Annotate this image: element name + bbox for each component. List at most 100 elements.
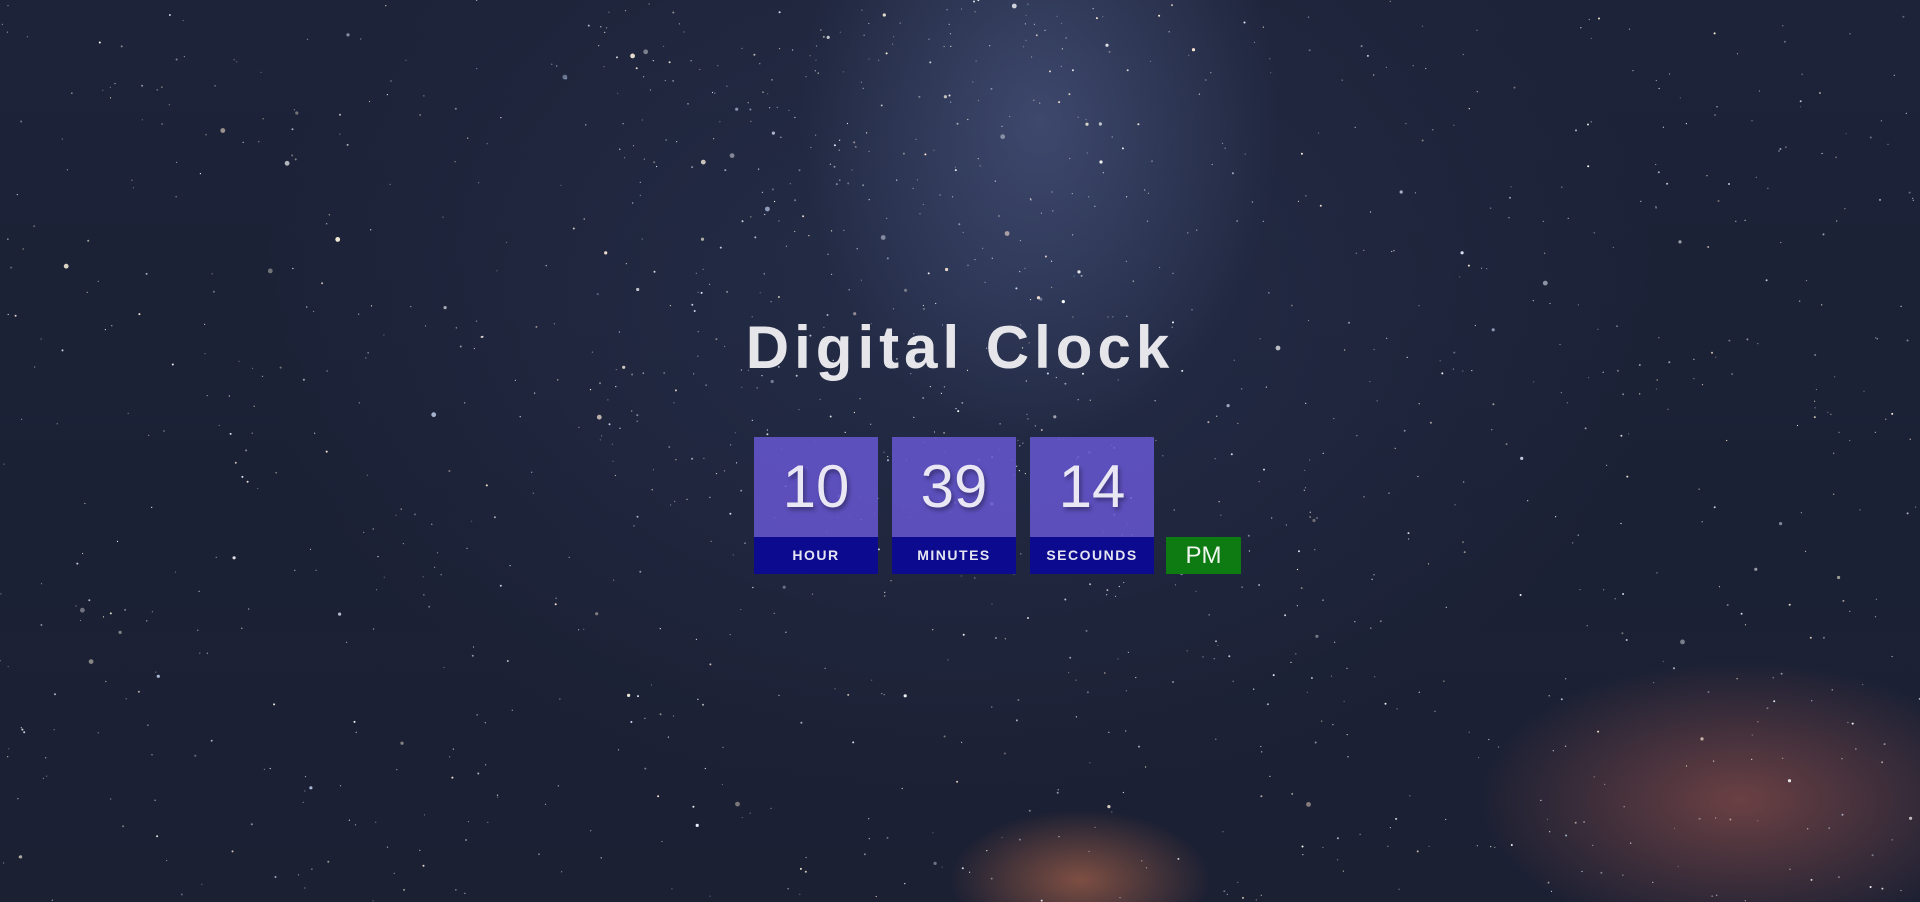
star xyxy=(1242,896,1244,899)
star xyxy=(859,398,861,400)
star xyxy=(866,132,868,134)
star xyxy=(740,489,743,492)
star xyxy=(868,58,870,60)
star xyxy=(990,877,993,880)
star xyxy=(358,313,360,315)
star xyxy=(817,72,819,74)
star xyxy=(1217,644,1219,646)
star xyxy=(262,118,264,120)
star xyxy=(785,631,787,633)
star xyxy=(950,45,952,47)
star xyxy=(1033,99,1035,101)
star xyxy=(1716,894,1718,896)
star xyxy=(1333,417,1335,420)
star xyxy=(777,296,780,298)
star xyxy=(7,756,9,758)
star xyxy=(1544,252,1546,254)
star xyxy=(870,423,872,425)
star xyxy=(1417,475,1419,478)
star xyxy=(1736,678,1738,680)
star xyxy=(844,431,846,433)
star xyxy=(1621,632,1624,635)
star xyxy=(1622,874,1624,876)
star xyxy=(766,433,769,436)
star xyxy=(0,593,2,595)
star xyxy=(824,667,826,669)
star xyxy=(899,22,901,24)
star xyxy=(1304,487,1307,489)
star xyxy=(466,547,468,549)
star xyxy=(1744,900,1746,902)
star xyxy=(1729,818,1732,821)
star xyxy=(1052,210,1054,212)
star xyxy=(663,45,665,48)
star xyxy=(26,36,28,38)
star xyxy=(1849,439,1851,442)
star xyxy=(248,608,250,610)
star xyxy=(622,123,624,125)
star xyxy=(120,45,123,48)
star xyxy=(1019,239,1022,242)
star xyxy=(556,65,558,67)
star xyxy=(1726,439,1728,442)
star xyxy=(1309,511,1311,513)
star xyxy=(778,220,780,222)
star xyxy=(1818,92,1821,94)
star xyxy=(975,60,977,62)
star xyxy=(1425,67,1427,70)
star xyxy=(600,26,602,28)
star xyxy=(578,426,580,428)
star xyxy=(1586,625,1588,627)
star xyxy=(902,152,905,155)
star xyxy=(79,619,82,622)
star xyxy=(109,612,112,615)
star xyxy=(348,819,350,821)
star xyxy=(306,38,309,40)
star xyxy=(1445,606,1447,609)
star xyxy=(767,93,769,95)
star xyxy=(275,472,277,474)
star xyxy=(1779,522,1783,526)
star xyxy=(1533,381,1535,383)
star xyxy=(1034,425,1036,427)
star xyxy=(1845,133,1847,135)
star xyxy=(1658,87,1660,90)
star xyxy=(735,107,739,111)
star xyxy=(1588,18,1590,21)
star xyxy=(702,703,704,706)
star xyxy=(668,446,671,448)
star xyxy=(943,431,946,434)
star xyxy=(705,384,707,386)
star xyxy=(589,389,592,391)
star xyxy=(241,475,244,478)
star xyxy=(1138,745,1140,748)
star xyxy=(1893,74,1895,76)
star xyxy=(1307,16,1310,18)
star xyxy=(499,584,502,587)
star xyxy=(141,119,143,121)
star xyxy=(606,27,608,29)
star xyxy=(1371,578,1373,581)
star xyxy=(974,577,976,579)
star xyxy=(1085,629,1088,632)
star xyxy=(1226,893,1228,896)
star xyxy=(1393,250,1395,252)
hour-unit: 10 HOUR xyxy=(754,437,878,574)
star xyxy=(486,143,488,145)
star xyxy=(1838,431,1840,433)
star xyxy=(1590,121,1592,123)
star xyxy=(1655,388,1657,390)
star xyxy=(1321,720,1323,722)
star xyxy=(386,94,388,96)
star xyxy=(1300,587,1303,590)
star xyxy=(1488,738,1490,741)
star xyxy=(1403,429,1406,432)
star xyxy=(291,154,294,157)
star xyxy=(1334,641,1336,643)
star xyxy=(6,31,8,33)
star xyxy=(686,498,688,500)
star xyxy=(1766,707,1769,710)
star xyxy=(1125,260,1127,262)
star xyxy=(1271,517,1273,519)
star xyxy=(532,492,534,494)
